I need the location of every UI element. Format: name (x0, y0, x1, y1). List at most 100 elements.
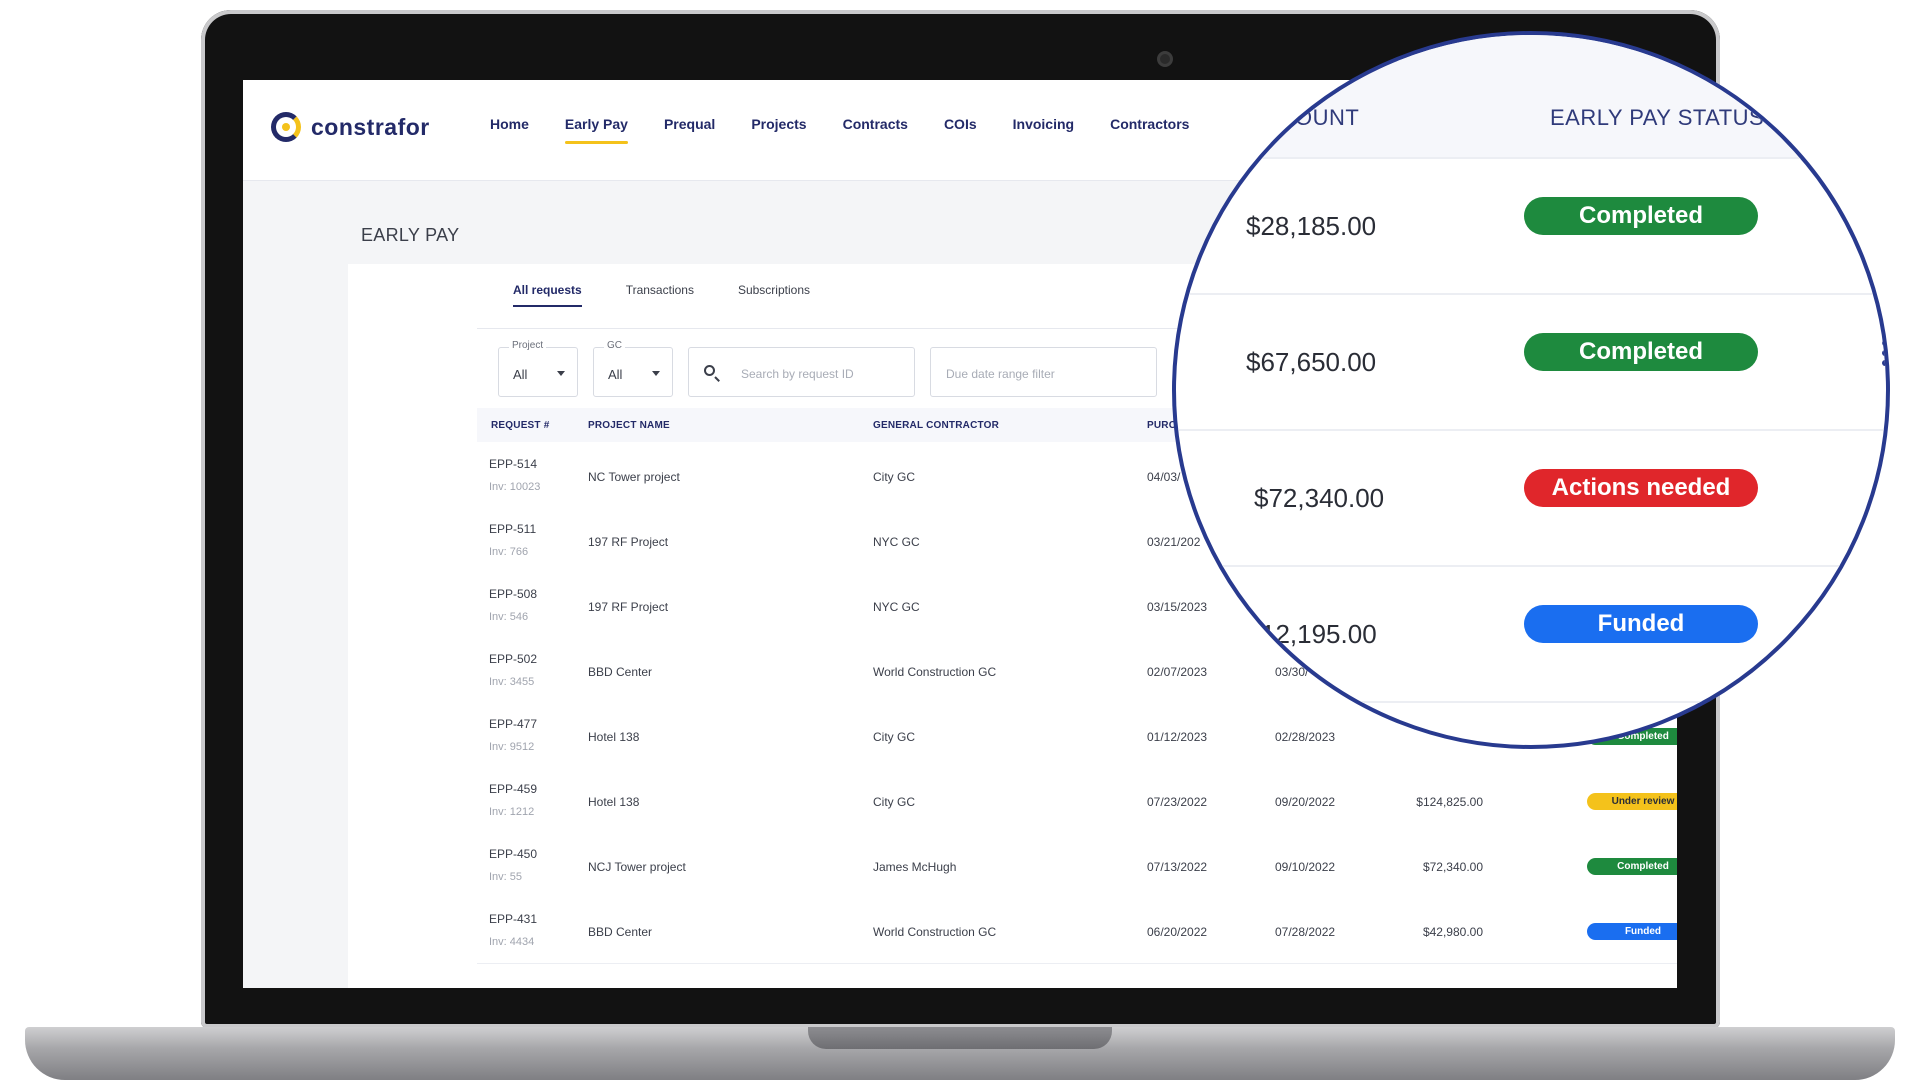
purchase-date: 01/12/2023 (1147, 730, 1208, 744)
project-select-label: Project (509, 340, 547, 351)
magnifier-row: $72,340.00 Actions needed (1176, 431, 1886, 567)
gc-select[interactable]: GC All (593, 340, 673, 397)
magnifier-row: $28,185.00 Completed (1176, 159, 1886, 295)
search-icon (704, 365, 715, 376)
nav-invoicing[interactable]: Invoicing (1013, 116, 1074, 144)
gc-select-label: GC (604, 340, 625, 351)
magnifier-row: $67,650.00 Completed (1176, 295, 1886, 431)
table-row[interactable]: EPP-450 Inv: 55 NCJ Tower project James McH… (477, 833, 1677, 899)
magnifier-header-status: EARLY PAY STATUS (1550, 105, 1765, 130)
logo[interactable]: constrafor (271, 112, 430, 142)
invoice-number: Inv: 766 (489, 546, 529, 558)
status-badge: Completed (1587, 858, 1677, 875)
logo-text: constrafor (311, 113, 430, 140)
due-date: 09/10/2022 (1275, 860, 1336, 874)
search-input[interactable]: Search by request ID (688, 347, 915, 397)
general-contractor: City GC (873, 470, 915, 484)
magnifier-status-badge: Funded (1524, 605, 1758, 643)
more-options-icon[interactable] (1882, 340, 1886, 370)
project-name: Hotel 138 (588, 730, 640, 744)
search-placeholder: Search by request ID (741, 367, 854, 381)
invoice-number: Inv: 546 (489, 611, 529, 623)
project-name: NC Tower project (588, 470, 680, 484)
due-date: 09/20/2022 (1275, 795, 1336, 809)
request-id: EPP-514 (489, 457, 538, 471)
invoice-number: Inv: 10023 (489, 481, 541, 493)
request-id: EPP-450 (489, 847, 538, 861)
project-name: 197 RF Project (588, 535, 669, 549)
request-id: EPP-508 (489, 587, 538, 601)
project-name: NCJ Tower project (588, 860, 686, 874)
purchase-date: 07/13/2022 (1147, 860, 1208, 874)
header-request[interactable]: REQUEST # (491, 420, 549, 431)
general-contractor: World Construction GC (873, 665, 997, 679)
page-title: EARLY PAY (361, 225, 460, 245)
request-id: EPP-511 (489, 522, 537, 536)
request-id: EPP-502 (489, 652, 538, 666)
amount: $124,825.00 (1416, 795, 1483, 809)
header-general-contractor[interactable]: GENERAL CONTRACTOR (873, 420, 999, 431)
invoice-number: Inv: 1212 (489, 806, 535, 818)
status-badge: Under review (1587, 793, 1677, 810)
table-row[interactable]: EPP-459 Inv: 1212 Hotel 138 City GC 07/23/20… (477, 768, 1677, 834)
invoice-number: Inv: 3455 (489, 676, 535, 688)
tab-subscriptions[interactable]: Subscriptions (738, 283, 810, 307)
date-range-filter[interactable]: Due date range filter (930, 347, 1157, 397)
magnifier-amount: $112,195.00 (1234, 619, 1377, 649)
general-contractor: NYC GC (873, 600, 920, 614)
chevron-down-icon (652, 371, 660, 376)
nav-projects[interactable]: Projects (751, 116, 806, 144)
main-nav: Home Early Pay Prequal Projects Contract… (490, 116, 1225, 144)
magnifier-amount: $72,340.00 (1254, 483, 1385, 513)
invoice-number: Inv: 4434 (489, 936, 535, 948)
laptop-notch (808, 1027, 1112, 1049)
due-date: 02/28/2023 (1275, 730, 1336, 744)
project-name: 197 RF Project (588, 600, 669, 614)
magnifier-header-amount: AMOUNT (1261, 105, 1360, 130)
project-select-value: All (513, 367, 528, 382)
general-contractor: NYC GC (873, 535, 920, 549)
date-range-placeholder: Due date range filter (946, 367, 1055, 381)
magnifier-amount: $28,185.00 (1246, 211, 1377, 241)
nav-contracts[interactable]: Contracts (843, 116, 908, 144)
purchase-date: 06/20/2022 (1147, 925, 1208, 939)
request-id: EPP-431 (489, 912, 538, 926)
nav-prequal[interactable]: Prequal (664, 116, 715, 144)
magnifier-header: AMOUNT EARLY PAY STATUS (1176, 35, 1886, 159)
tab-transactions[interactable]: Transactions (626, 283, 694, 307)
purchase-date: 07/23/2022 (1147, 795, 1208, 809)
request-id: EPP-459 (489, 782, 538, 796)
amount: $42,980.00 (1422, 925, 1483, 939)
gc-select-value: All (608, 367, 623, 382)
table-row[interactable]: EPP-431 Inv: 4434 BBD Center World Construc… (477, 898, 1677, 964)
header-project-name[interactable]: PROJECT NAME (588, 420, 670, 431)
project-select[interactable]: Project All (498, 340, 578, 397)
magnifier-status-badge: Completed (1524, 333, 1758, 371)
magnifier-amount: $67,650.00 (1246, 347, 1377, 377)
general-contractor: City GC (873, 795, 915, 809)
tabs: All requests Transactions Subscriptions (513, 283, 854, 307)
header-purchase[interactable]: PURC (1147, 420, 1176, 431)
status-badge: Funded (1587, 923, 1677, 940)
project-name: BBD Center (588, 665, 653, 679)
nav-early-pay[interactable]: Early Pay (564, 116, 629, 144)
nav-cois[interactable]: COIs (944, 116, 977, 144)
project-name: Hotel 138 (588, 795, 640, 809)
general-contractor: City GC (873, 730, 915, 744)
general-contractor: James McHugh (873, 860, 957, 874)
camera (1157, 51, 1173, 67)
magnifier-status-badge: Completed (1524, 197, 1758, 235)
nav-home[interactable]: Home (490, 116, 529, 144)
invoice-number: Inv: 9512 (489, 741, 535, 753)
constrafor-logo-icon (271, 112, 301, 142)
due-date: 07/28/2022 (1275, 925, 1336, 939)
general-contractor: World Construction GC (873, 925, 997, 939)
magnifier-overlay: AMOUNT EARLY PAY STATUS $28,185.00 Comple… (1172, 31, 1890, 749)
magnifier-status-badge: Actions needed (1524, 469, 1758, 507)
tab-all-requests[interactable]: All requests (513, 283, 582, 307)
project-name: BBD Center (588, 925, 653, 939)
amount: $72,340.00 (1422, 860, 1483, 874)
chevron-down-icon (557, 371, 565, 376)
request-id: EPP-477 (489, 717, 538, 731)
magnifier-row: $112,195.00 Funded (1176, 567, 1886, 703)
